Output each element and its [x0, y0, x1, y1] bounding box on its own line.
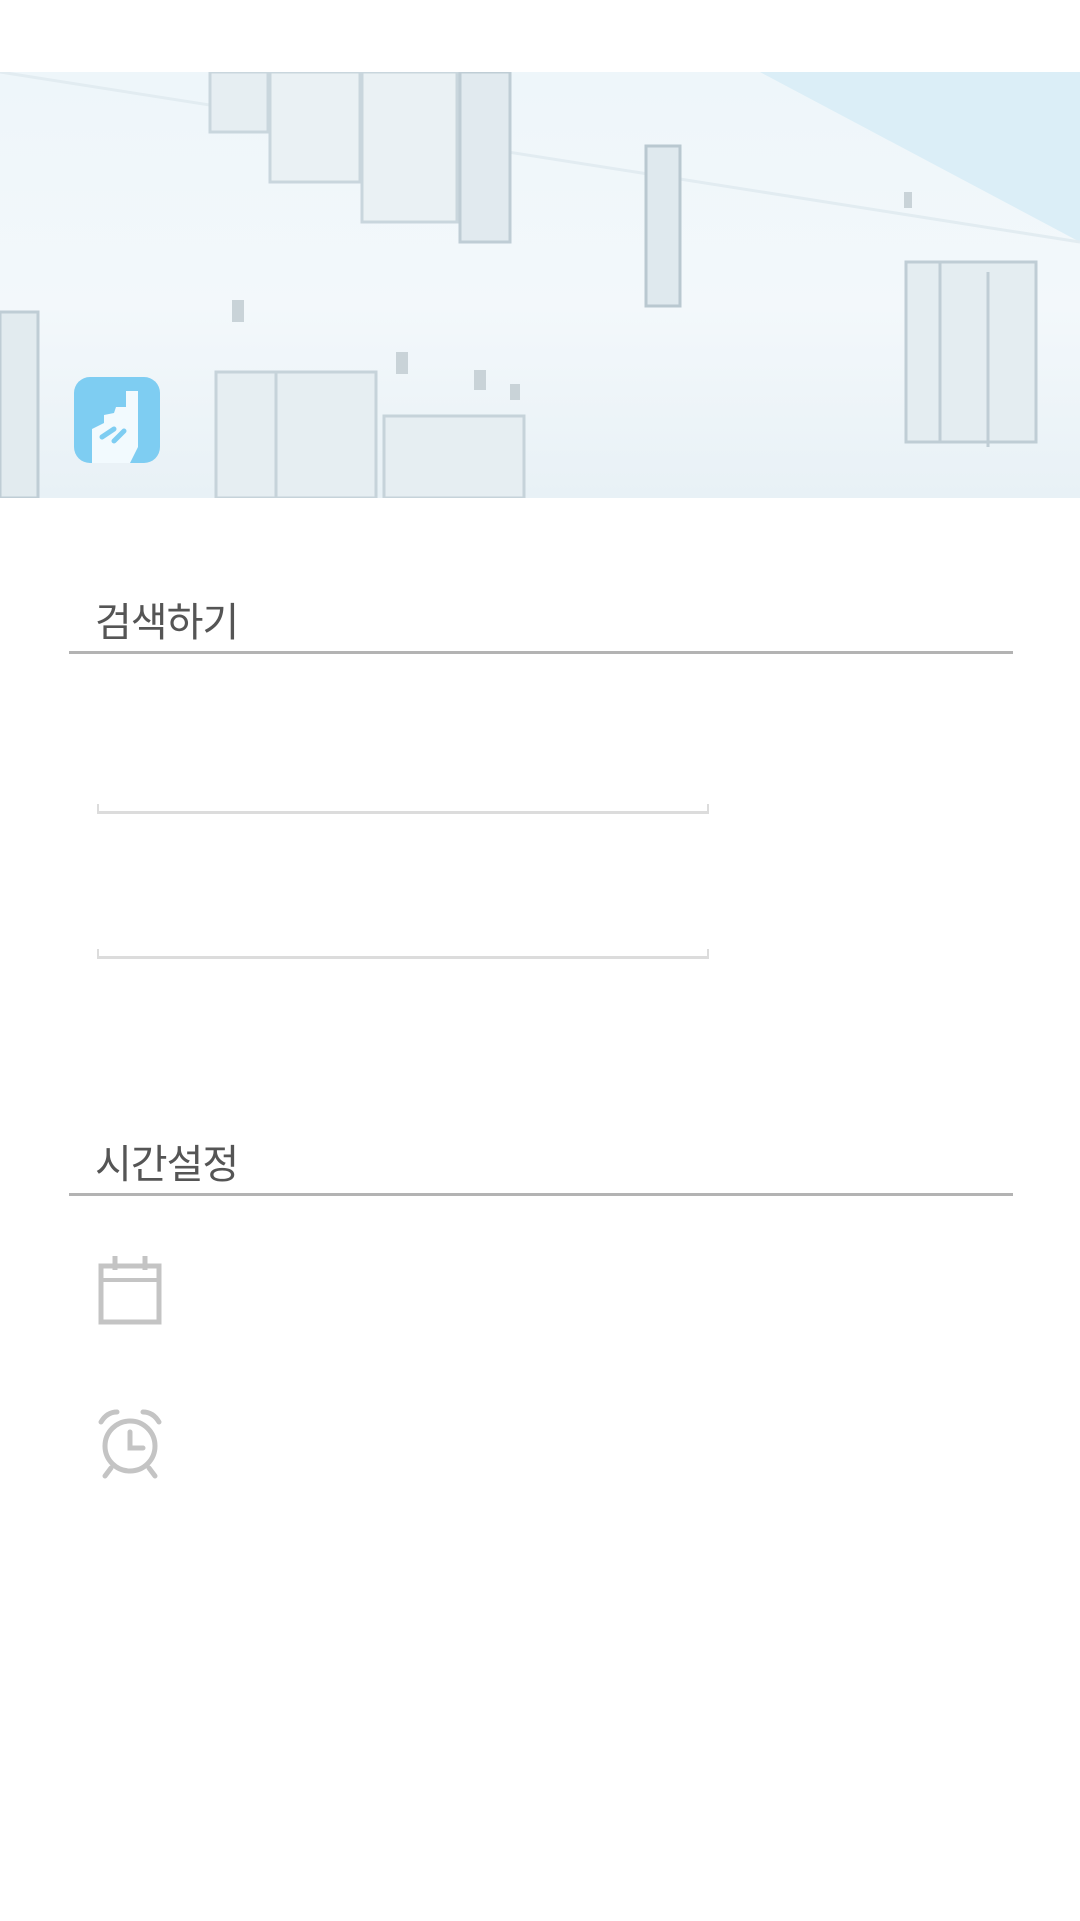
search-field-1[interactable]: [97, 748, 709, 808]
time-section-title: 시간설정: [95, 1142, 239, 1188]
header-banner-image: [0, 72, 1080, 498]
search-section-title: 검색하기: [95, 600, 239, 646]
search-field-2[interactable]: [97, 893, 709, 953]
alarm-setting-row[interactable]: [97, 1408, 997, 1480]
search-field-2-underline: [97, 949, 709, 959]
search-section-divider: [69, 651, 1013, 654]
search-field-1-underline: [97, 804, 709, 814]
time-section-divider: [69, 1193, 1013, 1196]
alarm-clock-icon: [97, 1408, 163, 1480]
calendar-icon: [97, 1254, 163, 1326]
date-setting-row[interactable]: [97, 1254, 997, 1326]
building-photo: [0, 72, 1080, 498]
app-logo-icon: [74, 377, 160, 463]
status-bar: [0, 0, 1080, 72]
